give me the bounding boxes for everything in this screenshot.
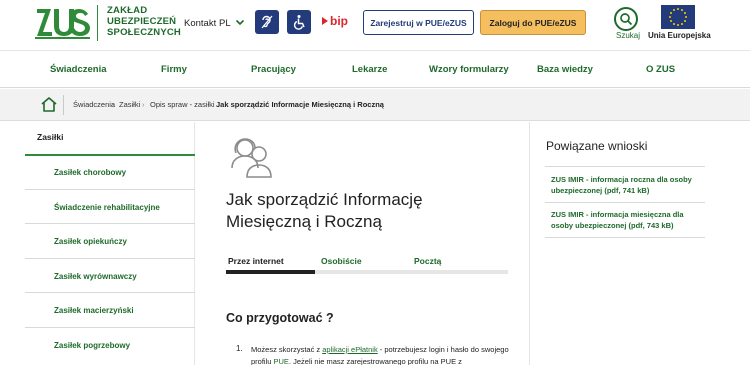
page-title-line-1: Jak sporządzić Informację — [226, 190, 423, 209]
org-name-line-2: UBEZPIECZEŃ — [107, 16, 177, 27]
breadcrumb-divider — [63, 95, 64, 115]
nav-item-baza-wiedzy[interactable]: Baza wiedzy — [537, 64, 593, 75]
sidebar-heading[interactable]: Zasiłki — [37, 132, 63, 142]
sidebar-item-swiadczenie-rehabilitacyjne[interactable]: Świadczenie rehabilitacyjne — [54, 203, 160, 212]
page-title: Jak sporządzić Informację Miesięczną i R… — [226, 189, 516, 233]
tab-przez-internet[interactable]: Przez internet — [228, 256, 284, 266]
bip-link[interactable]: bip — [320, 13, 352, 31]
related-divider — [545, 166, 705, 167]
sidebar-divider — [25, 258, 195, 259]
related-divider — [545, 202, 705, 203]
logo-divider — [97, 5, 98, 41]
sidebar-item-zasilek-macierzynski[interactable]: Zasiłek macierzyński — [54, 306, 134, 315]
breadcrumb-item-zasilki[interactable]: Zasiłki — [119, 100, 140, 109]
bip-label: bip — [330, 14, 348, 28]
nav-item-firmy[interactable]: Firmy — [161, 64, 187, 75]
hearing-impaired-button[interactable] — [255, 10, 279, 34]
eu-flag-icon[interactable] — [661, 5, 695, 29]
breadcrumb-separator: › — [142, 100, 145, 109]
sidebar-divider — [25, 223, 195, 224]
nav-item-pracujacy[interactable]: Pracujący — [251, 64, 296, 75]
tab-poczta[interactable]: Pocztą — [414, 256, 441, 266]
eu-label: Unia Europejska — [648, 31, 711, 40]
tab-active-indicator — [226, 270, 315, 274]
org-name-line-3: SPOŁECZNYCH — [107, 27, 181, 38]
sidebar-divider — [25, 189, 195, 190]
search-button[interactable] — [614, 7, 638, 31]
org-name: ZAKŁAD UBEZPIECZEŃ SPOŁECZNYCH — [107, 5, 181, 38]
sidebar-item-zasilek-opiekunczy[interactable]: Zasiłek opiekuńczy — [54, 237, 127, 246]
login-button[interactable]: Zaloguj do PUE/eZUS — [480, 10, 586, 35]
language-select[interactable]: PL — [219, 18, 231, 29]
section-title: Co przygotować ? — [226, 311, 334, 325]
step-text: Możesz skorzystać z aplikacji ePłatnik -… — [251, 344, 513, 365]
sidebar-item-zasilek-wyrownawczy[interactable]: Zasiłek wyrównawczy — [54, 272, 137, 281]
people-icon — [231, 138, 272, 178]
org-name-line-1: ZAKŁAD — [107, 5, 148, 16]
step-number: 1. — [236, 344, 243, 353]
search-label[interactable]: Szukaj — [616, 31, 640, 40]
breadcrumb: Świadczenia › Zasiłki › Opis spraw - zas… — [0, 89, 750, 121]
breadcrumb-item-current: Jak sporządzić Informacje Miesięczną i R… — [216, 100, 384, 109]
tabs: Przez internet Osobiście Pocztą — [226, 256, 508, 276]
sidebar-divider — [25, 292, 195, 293]
related-link-imir-miesieczna[interactable]: ZUS IMIR - informacja miesięczna dla oso… — [551, 209, 701, 231]
sidebar-divider — [25, 154, 195, 156]
search-icon — [620, 13, 633, 26]
related-title: Powiązane wnioski — [546, 139, 648, 153]
related-link-imir-roczna[interactable]: ZUS IMIR - informacja roczna dla osoby u… — [551, 174, 701, 196]
nav-item-swiadczenia[interactable]: Świadczenia — [50, 64, 107, 75]
wheelchair-icon — [293, 15, 305, 30]
sidebar-divider — [25, 327, 195, 328]
breadcrumb-item-swiadczenia[interactable]: Świadczenia — [73, 100, 115, 109]
main-navigation: Świadczenia Firmy Pracujący Lekarze Wzor… — [0, 50, 750, 88]
related-panel: Powiązane wnioski ZUS IMIR - informacja … — [545, 122, 705, 365]
register-button[interactable]: Zarejestruj w PUE/eZUS — [363, 10, 474, 35]
accessibility-button[interactable] — [287, 10, 311, 34]
step-text-part: Możesz skorzystać z — [251, 345, 323, 354]
site-header: ZAKŁAD UBEZPIECZEŃ SPOŁECZNYCH Kontakt P… — [0, 0, 750, 48]
sidebar-item-zasilek-pogrzebowy[interactable]: Zasiłek pogrzebowy — [54, 341, 130, 350]
nav-item-lekarze[interactable]: Lekarze — [352, 64, 387, 75]
page-title-line-2: Miesięczną i Roczną — [226, 212, 382, 231]
main-content: Jak sporządzić Informację Miesięczną i R… — [210, 122, 530, 365]
epłatnik-link[interactable]: aplikacji ePłatnik — [322, 345, 377, 354]
nav-item-o-zus[interactable]: O ZUS — [646, 64, 675, 75]
pue-link[interactable]: PUE — [274, 357, 289, 365]
step-text-part: . Jeżeli nie masz zarejestrowanego profi… — [288, 357, 462, 365]
breadcrumb-item-opis-spraw[interactable]: Opis spraw - zasiłki — [150, 100, 215, 109]
sidebar-item-zasilek-chorobowy[interactable]: Zasiłek chorobowy — [54, 168, 126, 177]
zus-logo[interactable] — [35, 6, 90, 39]
chevron-down-icon[interactable] — [235, 17, 245, 27]
home-icon[interactable] — [40, 96, 58, 113]
tab-osobiscie[interactable]: Osobiście — [321, 256, 362, 266]
sidebar: Zasiłki Zasiłek chorobowy Świadczenie re… — [25, 122, 195, 365]
nav-item-wzory-formularzy[interactable]: Wzory formularzy — [429, 64, 509, 75]
hearing-impaired-icon — [261, 15, 273, 29]
breadcrumb-separator: › — [209, 100, 212, 109]
related-divider — [545, 237, 705, 238]
breadcrumb-separator: › — [112, 100, 115, 109]
kontakt-link[interactable]: Kontakt — [184, 18, 216, 29]
